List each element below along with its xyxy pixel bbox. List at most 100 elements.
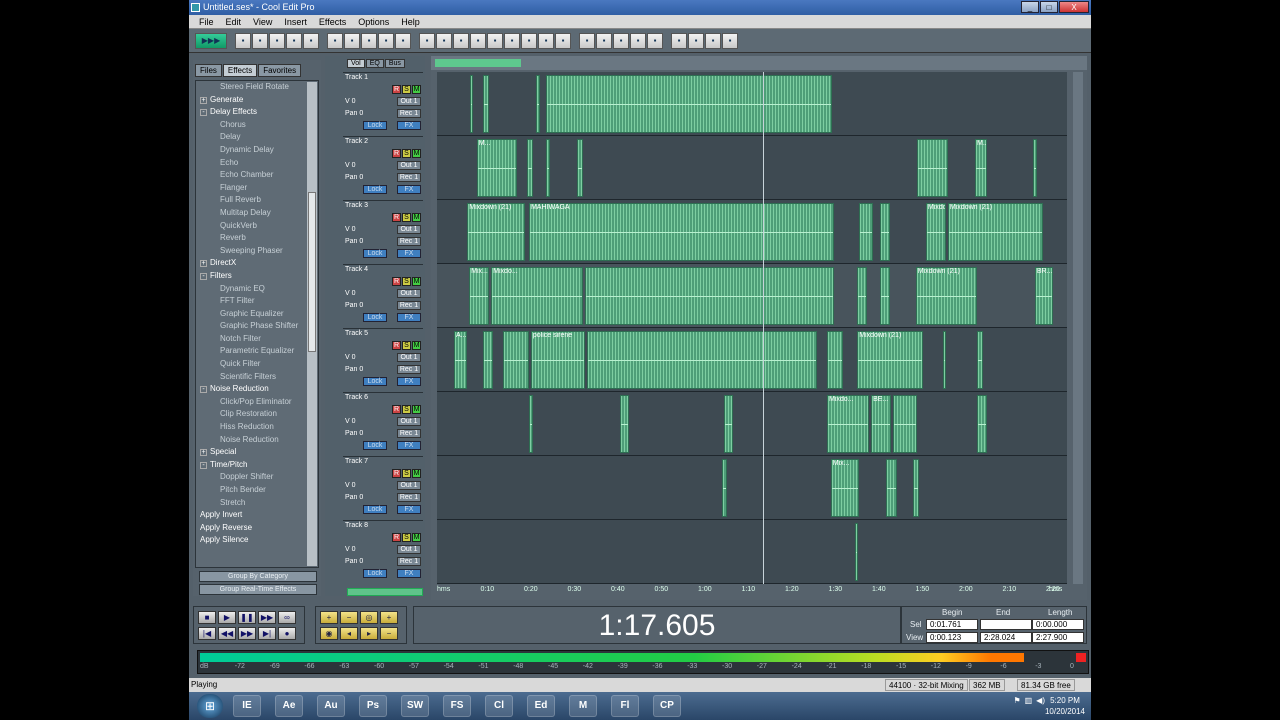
sel-end-field[interactable]	[980, 619, 1032, 630]
record-input-select[interactable]: Rec 1	[397, 493, 421, 502]
audio-clip[interactable]: Mixdown (21)	[915, 267, 977, 325]
tab-favorites[interactable]: Favorites	[258, 64, 302, 77]
tree-item[interactable]: Apply Silence	[196, 534, 318, 547]
tree-item[interactable]: FFT Filter	[196, 295, 318, 308]
pause-button[interactable]: ❚❚	[238, 611, 256, 624]
sel-begin-field[interactable]: 0:01.761	[926, 619, 978, 630]
mute-button[interactable]: M	[412, 341, 421, 350]
mute-button[interactable]: M	[412, 405, 421, 414]
fx-button[interactable]: FX	[397, 505, 421, 514]
audio-clip[interactable]	[527, 139, 533, 197]
vertical-scrollbar[interactable]	[1073, 72, 1083, 584]
record-arm-button[interactable]: R	[392, 533, 401, 542]
lock-button[interactable]: Lock	[363, 377, 387, 386]
audio-clip[interactable]	[619, 395, 630, 453]
tree-item[interactable]: Graphic Phase Shifter	[196, 320, 318, 333]
audio-clip[interactable]	[976, 395, 987, 453]
audio-clip[interactable]	[857, 267, 868, 325]
audio-clip[interactable]	[503, 331, 529, 389]
track-name[interactable]: Track 1	[345, 74, 368, 81]
photoshop-icon[interactable]: Ps	[359, 695, 387, 717]
collapse-icon[interactable]: -	[200, 109, 207, 117]
track-lane-1[interactable]: 1	[437, 72, 1083, 136]
tree-item[interactable]: Dynamic EQ	[196, 283, 318, 296]
tree-item[interactable]: + Generate	[196, 94, 318, 107]
volume-control[interactable]: V 0	[345, 546, 356, 553]
save-all-icon[interactable]: ▪	[286, 32, 302, 49]
track-name[interactable]: Track 3	[345, 202, 368, 209]
tree-item[interactable]: QuickVerb	[196, 220, 318, 233]
network-icon[interactable]: ▥	[1025, 696, 1033, 705]
track-name[interactable]: Track 4	[345, 266, 368, 273]
record-input-select[interactable]: Rec 1	[397, 429, 421, 438]
split-icon[interactable]: ▪	[436, 32, 452, 49]
close-button[interactable]: X	[1059, 1, 1089, 13]
tree-item[interactable]: Stretch	[196, 497, 318, 510]
tree-item[interactable]: Multitap Delay	[196, 207, 318, 220]
audio-clip[interactable]	[576, 139, 584, 197]
audio-clip[interactable]: A...	[454, 331, 468, 389]
lock-button[interactable]: Lock	[363, 121, 387, 130]
zoom-out-h-icon[interactable]: −	[340, 611, 358, 624]
cut-icon[interactable]: ▪	[327, 32, 343, 49]
tree-item[interactable]: Doppler Shifter	[196, 471, 318, 484]
track-name[interactable]: Track 2	[345, 138, 368, 145]
fx-button[interactable]: FX	[397, 185, 421, 194]
record-input-select[interactable]: Rec 1	[397, 365, 421, 374]
mix-icon[interactable]: ▪	[419, 32, 435, 49]
copy-icon[interactable]: ▪	[344, 32, 360, 49]
audio-clip[interactable]	[545, 139, 550, 197]
audio-clip[interactable]	[854, 523, 858, 581]
paste-icon[interactable]: ▪	[361, 32, 377, 49]
mute-button[interactable]: M	[412, 85, 421, 94]
tree-item[interactable]: - Noise Reduction	[196, 383, 318, 396]
audio-clip[interactable]: Mixdown (21)	[467, 203, 526, 261]
solo-button[interactable]: S	[402, 149, 411, 158]
redo-icon[interactable]: ▪	[395, 32, 411, 49]
app-icon[interactable]: Cl	[485, 695, 513, 717]
audio-clip[interactable]	[724, 395, 734, 453]
tree-item[interactable]: Flanger	[196, 182, 318, 195]
volume-control[interactable]: V 0	[345, 354, 356, 361]
mixdown-icon[interactable]: ▪	[555, 32, 571, 49]
output-select[interactable]: Out 1	[397, 97, 421, 106]
audio-clip[interactable]: Mixdo...	[491, 267, 584, 325]
volume-control[interactable]: V 0	[345, 98, 356, 105]
tree-item[interactable]: + Special	[196, 446, 318, 459]
menu-help[interactable]: Help	[395, 17, 426, 27]
cool-edit-icon[interactable]: CP	[653, 695, 681, 717]
lock-button[interactable]: Lock	[363, 441, 387, 450]
mute-button[interactable]: M	[412, 469, 421, 478]
tab-bus[interactable]: Bus	[384, 59, 405, 68]
track-name[interactable]: Track 8	[345, 522, 368, 529]
record-arm-button[interactable]: R	[392, 277, 401, 286]
audio-clip[interactable]	[826, 331, 843, 389]
audio-clip[interactable]	[976, 331, 984, 389]
audio-clip[interactable]	[886, 459, 897, 517]
record-icon[interactable]: ▪	[671, 32, 687, 49]
menu-insert[interactable]: Insert	[278, 17, 313, 27]
track-lane-3[interactable]: 3Mixdown (21)MAHIWAGAMixdo...Mixdown (21…	[437, 200, 1083, 264]
solo-button[interactable]: S	[402, 469, 411, 478]
lock-button[interactable]: Lock	[363, 249, 387, 258]
play-icon[interactable]: ▶▶▶	[195, 32, 227, 49]
properties-icon[interactable]: ▪	[688, 32, 704, 49]
volume-control[interactable]: V 0	[345, 482, 356, 489]
solo-button[interactable]: S	[402, 85, 411, 94]
app-icon[interactable]: FS	[443, 695, 471, 717]
record-arm-button[interactable]: R	[392, 469, 401, 478]
loop-button[interactable]: ∞	[278, 611, 296, 624]
tree-item[interactable]: Full Reverb	[196, 194, 318, 207]
record-arm-button[interactable]: R	[392, 405, 401, 414]
tree-item[interactable]: Delay	[196, 131, 318, 144]
audio-clip[interactable]: Mixdo...	[826, 395, 870, 453]
tree-item[interactable]: - Filters	[196, 270, 318, 283]
output-select[interactable]: Out 1	[397, 225, 421, 234]
wave-icon[interactable]: ▪	[579, 32, 595, 49]
menu-edit[interactable]: Edit	[220, 17, 248, 27]
audio-clip[interactable]	[879, 267, 890, 325]
collapse-icon[interactable]: -	[200, 461, 207, 469]
audio-clip[interactable]	[721, 459, 727, 517]
scrollbar-thumb[interactable]	[308, 192, 316, 352]
record-input-select[interactable]: Rec 1	[397, 237, 421, 246]
